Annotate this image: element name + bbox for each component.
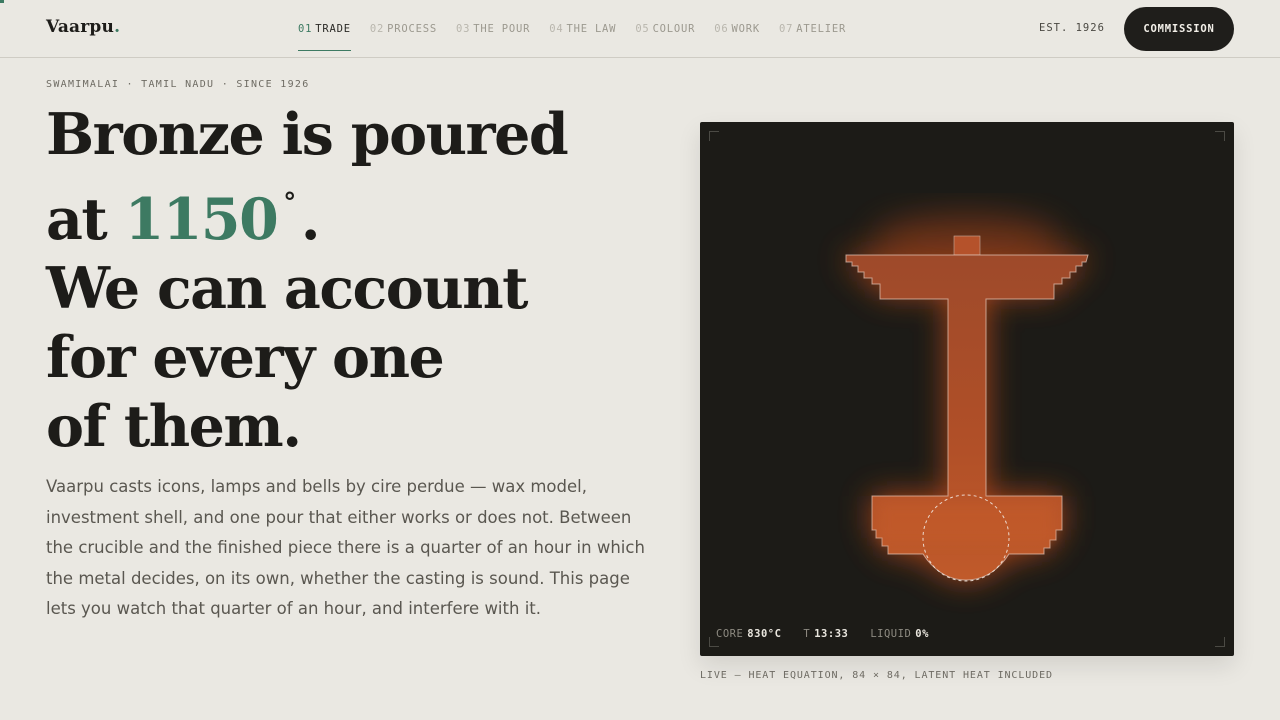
nav-item-label: ATELIER — [796, 23, 847, 35]
headline-line-2: at 1150 °. — [46, 169, 666, 254]
casting-simulation-panel[interactable]: CORE 830°C T 13:33 LIQUID 0% — [700, 122, 1234, 656]
liquid-fraction-readout: LIQUID 0% — [870, 628, 929, 640]
nav-item-the-pour[interactable]: 03 THE POUR — [456, 0, 530, 58]
brand-dot: . — [114, 17, 121, 37]
headline-line-1: Bronze is poured — [46, 101, 569, 168]
nav-item-number: 07 — [779, 23, 794, 35]
nav-item-label: COLOUR — [652, 23, 696, 35]
nav-item-work[interactable]: 06 WORK — [714, 0, 760, 58]
nav-item-label: TRADE — [315, 23, 351, 35]
nav-item-trade[interactable]: 01 TRADE — [298, 0, 351, 58]
nav-item-label: THE POUR — [473, 23, 531, 35]
readout-value: 13:33 — [814, 628, 849, 640]
headline-line-4: for every one — [46, 324, 445, 391]
nav-item-atelier[interactable]: 07 ATELIER — [779, 0, 846, 58]
readout-label: T — [803, 628, 811, 640]
hot-core — [880, 502, 1054, 542]
nav-item-number: 04 — [549, 23, 564, 35]
nav-item-label: PROCESS — [387, 23, 437, 35]
nav-item-number: 06 — [714, 23, 729, 35]
nav-item-label: THE LAW — [566, 23, 617, 35]
nav-item-number: 03 — [455, 23, 471, 35]
site-header: Vaarpu. 01 TRADE 02 PROCESS 03 THE POUR 04 T… — [0, 0, 1280, 58]
degree-symbol: ° — [283, 188, 296, 218]
established-label: EST. 1926 — [1039, 22, 1105, 34]
readout-value: 830°C — [747, 628, 782, 640]
commission-button[interactable]: COMMISSION — [1124, 7, 1234, 51]
headline-at: at — [46, 186, 125, 253]
nav-item-process[interactable]: 02 PROCESS — [370, 0, 437, 58]
readout-value: 0% — [915, 628, 929, 640]
simulation-readout: CORE 830°C T 13:33 LIQUID 0% — [716, 628, 951, 640]
sprue-cup — [953, 235, 981, 256]
nav-item-number: 01 — [298, 23, 313, 35]
readout-label: CORE — [716, 628, 744, 640]
brand-name: Vaarpu — [46, 17, 115, 37]
brand-logo[interactable]: Vaarpu. — [46, 17, 120, 37]
readout-label: LIQUID — [870, 628, 912, 640]
time-readout: T 13:33 — [803, 628, 848, 640]
pour-temperature: 1150 — [124, 186, 279, 253]
headline-period: . — [300, 186, 321, 253]
nav-item-the-law[interactable]: 04 THE LAW — [549, 0, 616, 58]
nav-item-colour[interactable]: 05 COLOUR — [635, 0, 695, 58]
main-nav: 01 TRADE 02 PROCESS 03 THE POUR 04 THE LAW 0… — [298, 0, 865, 58]
core-temperature-readout: CORE 830°C — [716, 628, 781, 640]
intro-paragraph: Vaarpu casts icons, lamps and bells by c… — [46, 477, 645, 618]
simulation-caption: LIVE — HEAT EQUATION, 84 × 84, LATENT HE… — [700, 670, 1053, 681]
hero-headline: Bronze is poured at 1150 °. We can accoun… — [46, 100, 666, 461]
nav-item-label: WORK — [731, 23, 761, 35]
location-eyebrow: SWAMIMALAI · TAMIL NADU · SINCE 1926 — [46, 79, 310, 90]
headline-line-3: We can account — [46, 255, 528, 322]
nav-item-number: 05 — [635, 23, 650, 35]
nav-item-number: 02 — [369, 23, 385, 35]
casting-mould-view[interactable] — [700, 122, 1234, 656]
headline-line-5: of them. — [46, 393, 302, 460]
